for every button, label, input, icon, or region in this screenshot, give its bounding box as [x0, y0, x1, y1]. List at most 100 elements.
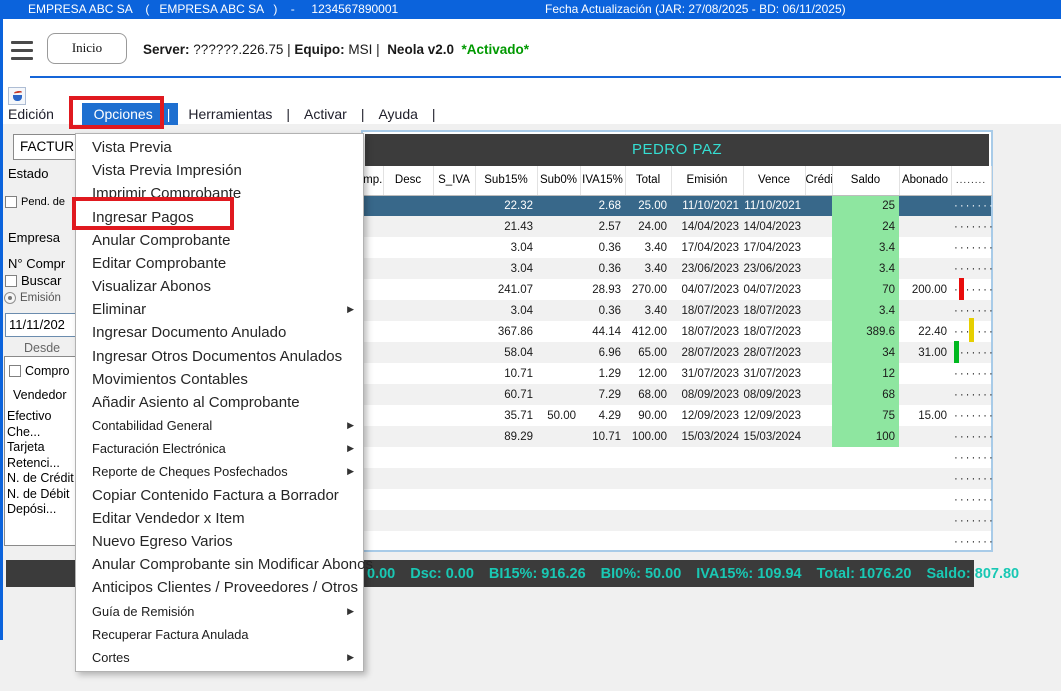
column-header-sub15[interactable]: Sub15%: [475, 166, 537, 195]
cell-s_iva: [433, 384, 475, 405]
invoice-row[interactable]: 3.040.363.4023/06/202323/06/20233.4·····…: [363, 258, 991, 279]
emision-radio-button[interactable]: [4, 292, 16, 304]
cell-abonado: [899, 384, 951, 405]
menubar-item-opciones[interactable]: Opciones|: [82, 103, 179, 125]
invoice-row[interactable]: 3.040.363.4017/04/202317/04/20233.4·····…: [363, 237, 991, 258]
column-header-s_iva[interactable]: S_IVA: [433, 166, 475, 195]
invoice-row[interactable]: 241.0728.93270.0004/07/202304/07/2023702…: [363, 279, 991, 300]
cell-desc: [383, 426, 433, 447]
empty-row[interactable]: ·······: [363, 447, 991, 468]
cell-emision: 12/09/2023: [671, 405, 743, 426]
menu-item-cortes[interactable]: Cortes▶: [76, 646, 363, 669]
compro-checkbox-box[interactable]: [9, 365, 21, 377]
cell-credito: [805, 426, 832, 447]
empty-row[interactable]: ·······: [363, 531, 991, 552]
red-indicator-bar: [959, 278, 964, 300]
cell-emision: 18/07/2023: [671, 321, 743, 342]
emision-radio[interactable]: Emisión: [4, 292, 61, 304]
payment-method-item[interactable]: Retenci...: [7, 456, 84, 472]
payment-method-item[interactable]: Tarjeta: [7, 440, 84, 456]
cell-credito: [805, 510, 832, 531]
menu-item-vista-previa-impresión[interactable]: Vista Previa Impresión: [76, 159, 363, 182]
invoice-row[interactable]: 21.432.5724.0014/04/202314/04/202324····…: [363, 216, 991, 237]
menu-item-añadir-asiento-al-comprobante[interactable]: Añadir Asiento al Comprobante: [76, 391, 363, 414]
empty-row[interactable]: ·······: [363, 489, 991, 510]
compro-checkbox[interactable]: Compro: [9, 364, 69, 378]
buscar-checkbox-label: Buscar: [21, 273, 61, 288]
cell-emision: 08/09/2023: [671, 384, 743, 405]
menu-item-anular-comprobante-sin-modificar-abonos[interactable]: Anular Comprobante sin Modificar Abonos: [76, 553, 363, 576]
payment-method-item[interactable]: Depósi...: [7, 502, 84, 518]
cell-sub0: [537, 216, 580, 237]
invoice-row[interactable]: 35.7150.004.2990.0012/09/202312/09/20237…: [363, 405, 991, 426]
menu-item-reporte-de-cheques-posfechados[interactable]: Reporte de Cheques Posfechados▶: [76, 460, 363, 483]
buscar-checkbox[interactable]: Buscar: [5, 273, 61, 288]
column-header-vence[interactable]: Vence: [743, 166, 805, 195]
hamburger-menu-icon[interactable]: [11, 41, 33, 60]
cell-desc: [383, 405, 433, 426]
column-header-desc[interactable]: Desc: [383, 166, 433, 195]
menubar-item-edición[interactable]: Edición|: [8, 103, 76, 125]
pend-checkbox[interactable]: Pend. de: [5, 196, 65, 208]
invoice-row[interactable]: 3.040.363.4018/07/202318/07/20233.4·····…: [363, 300, 991, 321]
menu-item-imprimir-comprobante[interactable]: Imprimir Comprobante: [76, 182, 363, 205]
payment-method-item[interactable]: N. de Débit: [7, 487, 84, 503]
menu-item-copiar-contenido-factura-a-borrador[interactable]: Copiar Contenido Factura a Borrador: [76, 484, 363, 507]
menu-item-contabilidad-general[interactable]: Contabilidad General▶: [76, 414, 363, 437]
column-header-abonado[interactable]: Abonado: [899, 166, 951, 195]
menu-item-ingresar-otros-documentos-anulados[interactable]: Ingresar Otros Documentos Anulados: [76, 345, 363, 368]
menu-item-movimientos-contables[interactable]: Movimientos Contables: [76, 368, 363, 391]
column-header-credito[interactable]: Crédito: [805, 166, 832, 195]
column-header-emision[interactable]: Emisión: [671, 166, 743, 195]
cell-desc: [383, 321, 433, 342]
cell-comp: [363, 342, 383, 363]
cell-credito: [805, 279, 832, 300]
invoice-row[interactable]: 367.8644.14412.0018/07/202318/07/2023389…: [363, 321, 991, 342]
column-header-comp[interactable]: mp.: [363, 166, 383, 195]
column-header-iva15[interactable]: IVA15%: [580, 166, 625, 195]
menubar-item-ayuda[interactable]: Ayuda|: [368, 103, 439, 125]
invoice-row[interactable]: 10.711.2912.0031/07/202331/07/202312····…: [363, 363, 991, 384]
menu-item-anular-comprobante[interactable]: Anular Comprobante: [76, 229, 363, 252]
menu-item-editar-vendedor-x-item[interactable]: Editar Vendedor x Item: [76, 507, 363, 530]
cell-sub15: [475, 489, 537, 510]
menu-item-visualizar-abonos[interactable]: Visualizar Abonos: [76, 275, 363, 298]
payment-method-item[interactable]: Efectivo: [7, 409, 84, 425]
menubar-item-activar[interactable]: Activar|: [294, 103, 368, 125]
cell-abonado: [899, 531, 951, 552]
pend-checkbox-box[interactable]: [5, 196, 17, 208]
menu-item-guía-de-remisión[interactable]: Guía de Remisión▶: [76, 599, 363, 622]
menu-item-facturación-electrónica[interactable]: Facturación Electrónica▶: [76, 437, 363, 460]
cell-emision: [671, 447, 743, 468]
column-header-saldo[interactable]: Saldo: [832, 166, 899, 195]
cell-iva15: 28.93: [580, 279, 625, 300]
column-header-sub0[interactable]: Sub0%: [537, 166, 580, 195]
menubar-item-herramientas[interactable]: Herramientas|: [178, 103, 294, 125]
payment-method-item[interactable]: N. de Crédit: [7, 471, 84, 487]
invoice-row[interactable]: 58.046.9665.0028/07/202328/07/20233431.0…: [363, 342, 991, 363]
invoice-row[interactable]: 22.322.6825.0011/10/202111/10/202125····…: [363, 195, 991, 216]
cell-credito: [805, 384, 832, 405]
cell-credito: [805, 321, 832, 342]
buscar-checkbox-box[interactable]: [5, 275, 17, 287]
invoice-row[interactable]: 60.717.2968.0008/09/202308/09/202368····…: [363, 384, 991, 405]
cell-credito: [805, 258, 832, 279]
menu-item-ingresar-documento-anulado[interactable]: Ingresar Documento Anulado: [76, 321, 363, 344]
menu-item-recuperar-factura-anulada[interactable]: Recuperar Factura Anulada: [76, 623, 363, 646]
invoice-row[interactable]: 89.2910.71100.0015/03/202415/03/2024100·…: [363, 426, 991, 447]
cell-desc: [383, 216, 433, 237]
payment-method-item[interactable]: Che...: [7, 425, 84, 441]
menu-item-ingresar-pagos[interactable]: Ingresar Pagos: [76, 206, 363, 229]
empty-row[interactable]: ·······: [363, 468, 991, 489]
customer-name-header: PEDRO PAZ: [365, 134, 989, 166]
column-header-total[interactable]: Total: [625, 166, 671, 195]
column-header-dots[interactable]: ........: [951, 166, 991, 195]
fecha-input[interactable]: 11/11/202: [5, 313, 79, 337]
menu-item-vista-previa[interactable]: Vista Previa: [76, 136, 363, 159]
inicio-button[interactable]: Inicio: [47, 33, 127, 64]
menu-item-anticipos-clientes-proveedores-otros[interactable]: Anticipos Clientes / Proveedores / Otros: [76, 576, 363, 599]
menu-item-editar-comprobante[interactable]: Editar Comprobante: [76, 252, 363, 275]
menu-item-eliminar[interactable]: Eliminar▶: [76, 298, 363, 321]
menu-item-nuevo-egreso-varios[interactable]: Nuevo Egreso Varios: [76, 530, 363, 553]
empty-row[interactable]: ·······: [363, 510, 991, 531]
